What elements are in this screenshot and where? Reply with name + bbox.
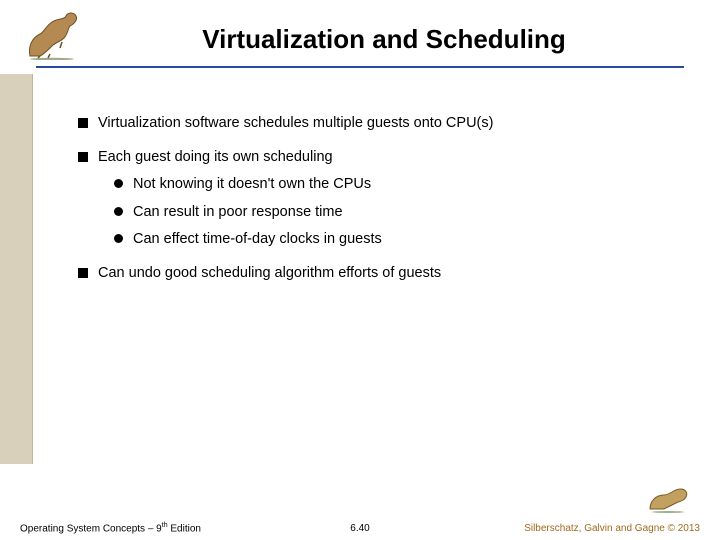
square-bullet-icon — [78, 268, 88, 278]
bullet-text: Virtualization software schedules multip… — [98, 114, 493, 134]
slide-body: Virtualization software schedules multip… — [78, 100, 690, 289]
circle-bullet-icon — [114, 207, 123, 216]
bullet-text: Can effect time-of-day clocks in guests — [133, 230, 382, 250]
dinosaur-icon — [22, 8, 82, 65]
bullet-level-2: Can effect time-of-day clocks in guests — [114, 230, 690, 250]
square-bullet-icon — [78, 152, 88, 162]
square-bullet-icon — [78, 118, 88, 128]
bullet-level-1: Virtualization software schedules multip… — [78, 114, 690, 134]
bullet-level-1: Can undo good scheduling algorithm effor… — [78, 264, 690, 284]
bullet-level-1: Each guest doing its own scheduling — [78, 148, 690, 168]
slide-title: Virtualization and Scheduling — [124, 24, 644, 55]
bullet-text: Can undo good scheduling algorithm effor… — [98, 264, 441, 284]
footer-copyright: Silberschatz, Galvin and Gagne © 2013 — [524, 523, 700, 534]
left-accent-sidebar — [0, 74, 33, 464]
circle-bullet-icon — [114, 234, 123, 243]
circle-bullet-icon — [114, 179, 123, 188]
bullet-text: Can result in poor response time — [133, 203, 343, 223]
bullet-text: Not knowing it doesn't own the CPUs — [133, 175, 371, 195]
title-divider — [36, 66, 684, 68]
bullet-text: Each guest doing its own scheduling — [98, 148, 333, 168]
bullet-level-2: Can result in poor response time — [114, 203, 690, 223]
slide-footer: Operating System Concepts – 9th Edition … — [0, 506, 720, 540]
bullet-level-2: Not knowing it doesn't own the CPUs — [114, 175, 690, 195]
